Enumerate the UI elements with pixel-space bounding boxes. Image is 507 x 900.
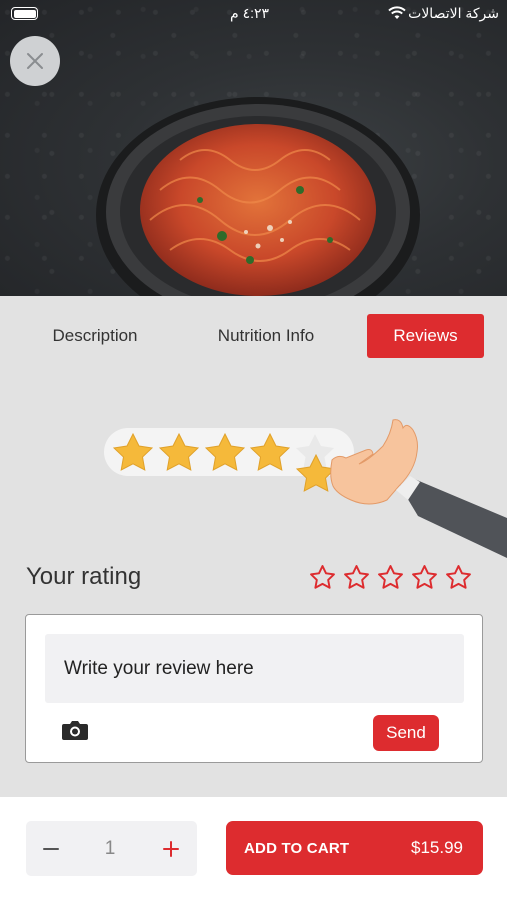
rating-illustration bbox=[104, 419, 507, 558]
quantity-value: 1 bbox=[104, 837, 116, 859]
star-outline-icon[interactable] bbox=[342, 563, 371, 592]
food-hero-image: ٤:٢٣ م شركة الاتصالات bbox=[0, 0, 507, 296]
tab-bar: Description Nutrition Info Reviews bbox=[0, 296, 507, 376]
camera-icon[interactable] bbox=[62, 719, 88, 741]
quantity-stepper: 1 bbox=[26, 821, 197, 876]
plus-icon bbox=[163, 840, 179, 857]
price-label: $15.99 bbox=[411, 838, 463, 857]
status-time: ٤:٢٣ م bbox=[230, 5, 270, 21]
decrease-quantity-button[interactable] bbox=[36, 821, 66, 876]
wifi-icon bbox=[388, 6, 406, 19]
star-outline-icon[interactable] bbox=[444, 563, 473, 592]
status-bar: ٤:٢٣ م شركة الاتصالات bbox=[0, 0, 507, 28]
close-icon bbox=[27, 53, 43, 69]
add-to-cart-label: ADD TO CART bbox=[244, 839, 350, 857]
review-card: Send bbox=[25, 614, 483, 763]
send-button[interactable]: Send bbox=[373, 715, 439, 751]
tab-description[interactable]: Description bbox=[24, 314, 166, 358]
star-outline-icon[interactable] bbox=[308, 563, 337, 592]
star-outline-icon[interactable] bbox=[376, 563, 405, 592]
your-rating-label: Your rating bbox=[26, 563, 142, 590]
review-input[interactable] bbox=[45, 634, 464, 703]
bottom-bar: 1 ADD TO CART $15.99 bbox=[0, 797, 507, 900]
battery-icon bbox=[11, 7, 38, 20]
increase-quantity-button[interactable] bbox=[156, 821, 186, 876]
star-outline-icon[interactable] bbox=[410, 563, 439, 592]
tab-nutrition-info[interactable]: Nutrition Info bbox=[190, 314, 342, 358]
minus-icon bbox=[43, 847, 59, 850]
close-button[interactable] bbox=[10, 36, 60, 86]
tab-reviews[interactable]: Reviews bbox=[367, 314, 484, 358]
pasta-bowl-image bbox=[96, 97, 420, 296]
rating-stars bbox=[308, 563, 473, 592]
add-to-cart-button[interactable]: ADD TO CART $15.99 bbox=[226, 821, 483, 875]
carrier-name: شركة الاتصالات bbox=[408, 5, 499, 21]
